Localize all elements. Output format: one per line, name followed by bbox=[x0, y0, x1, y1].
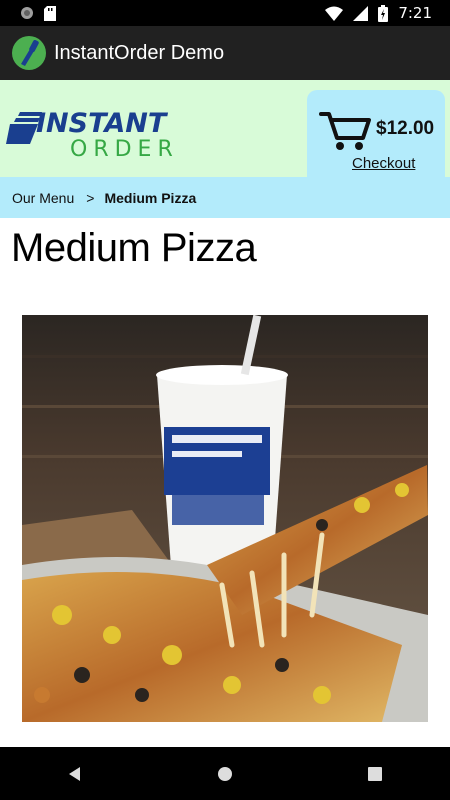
status-time: 7:21 bbox=[398, 4, 432, 22]
cart-summary[interactable]: $12.00 Checkout bbox=[307, 90, 445, 177]
back-icon bbox=[69, 766, 80, 781]
app-title: InstantOrder Demo bbox=[54, 41, 225, 64]
logo-text-order: ORDER bbox=[70, 137, 179, 160]
signal-icon bbox=[353, 5, 369, 21]
cart-icon[interactable] bbox=[319, 110, 371, 152]
cart-total: $12.00 bbox=[376, 118, 435, 139]
breadcrumb-current: Medium Pizza bbox=[104, 189, 197, 206]
checkout-link[interactable]: Checkout bbox=[352, 155, 415, 172]
recents-icon bbox=[368, 766, 382, 781]
recents-button[interactable] bbox=[355, 754, 395, 794]
logo-text-instant: INSTANT bbox=[36, 108, 169, 139]
pizza-photo bbox=[22, 315, 428, 722]
home-icon bbox=[218, 766, 232, 781]
sd-card-icon bbox=[44, 5, 56, 21]
site-header: INSTANT ORDER $12.00 Checkout bbox=[0, 80, 450, 177]
battery-icon bbox=[378, 4, 389, 22]
breadcrumb-separator: > bbox=[86, 189, 95, 206]
camera-icon bbox=[21, 7, 33, 19]
app-bar: InstantOrder Demo bbox=[0, 26, 450, 80]
instant-order-logo[interactable]: INSTANT ORDER bbox=[6, 98, 182, 160]
app-logo-icon bbox=[12, 36, 46, 70]
back-button[interactable] bbox=[55, 754, 95, 794]
page-title: Medium Pizza bbox=[11, 226, 257, 270]
breadcrumb: Our Menu > Medium Pizza bbox=[0, 177, 450, 218]
breadcrumb-our-menu[interactable]: Our Menu bbox=[12, 190, 74, 206]
status-bar: 7:21 bbox=[0, 0, 450, 26]
system-nav-bar bbox=[0, 747, 450, 800]
wifi-icon bbox=[325, 6, 344, 21]
home-button[interactable] bbox=[205, 754, 245, 794]
